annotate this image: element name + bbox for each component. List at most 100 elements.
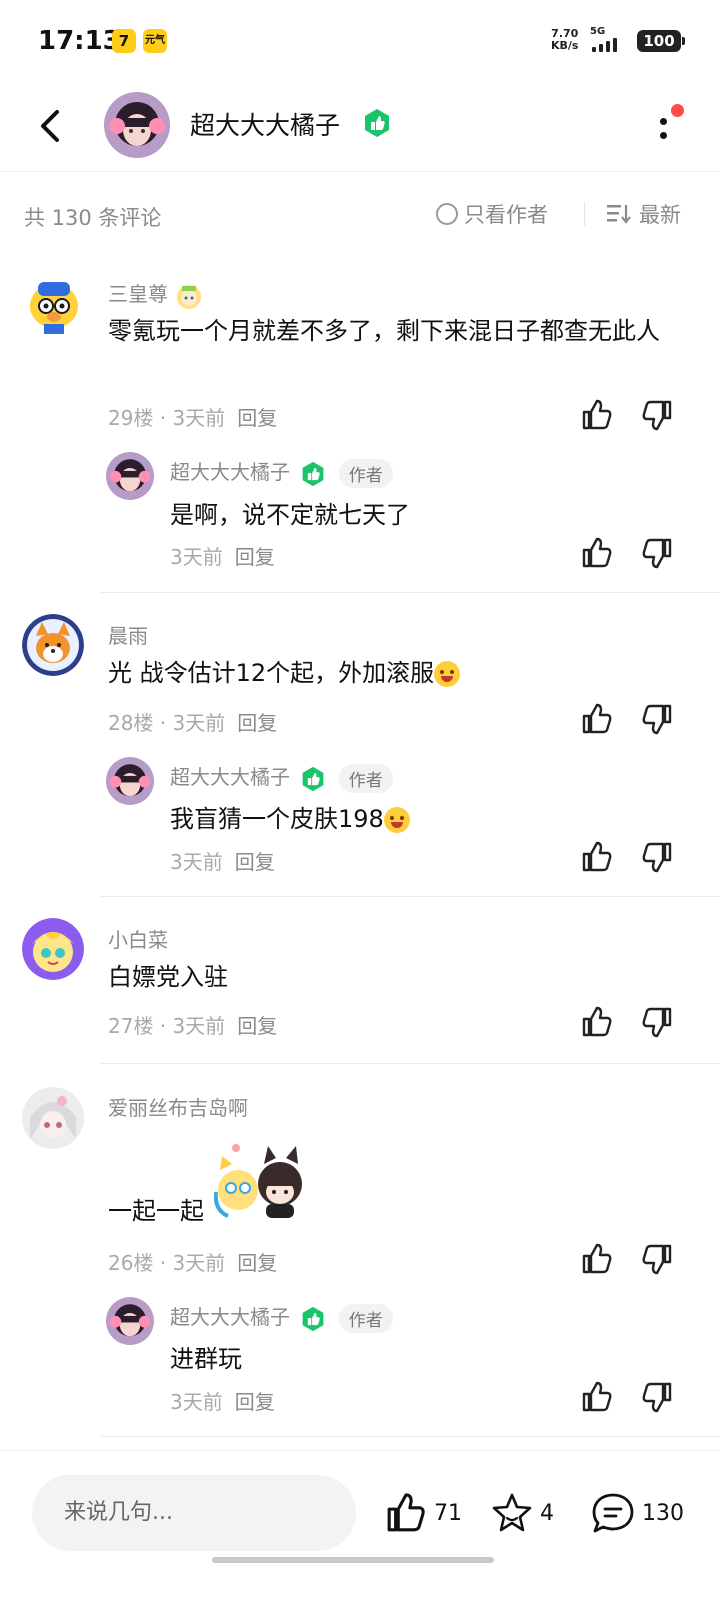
comment-time: 3天前 bbox=[172, 406, 226, 430]
sort-label: 最新 bbox=[639, 203, 681, 227]
thumbs-up-icon[interactable] bbox=[580, 398, 614, 432]
comment-count-label: 共 130 条评论 bbox=[24, 206, 162, 230]
only-author-label: 只看作者 bbox=[464, 203, 548, 227]
comment-time: 3天前 bbox=[172, 1251, 226, 1275]
comment-divider bbox=[100, 896, 720, 897]
reply-button[interactable]: 回复 bbox=[237, 1014, 277, 1038]
reply-button[interactable]: 回复 bbox=[235, 1390, 275, 1414]
chat-bubble-icon bbox=[592, 1493, 634, 1533]
user-avatar[interactable] bbox=[22, 614, 84, 676]
status-time: 17:13 bbox=[38, 26, 121, 56]
reply-time: 3天前 bbox=[170, 545, 223, 569]
comment-divider bbox=[100, 592, 720, 593]
divider bbox=[584, 202, 585, 226]
sort-icon bbox=[607, 205, 631, 224]
comment-time: 3天前 bbox=[172, 711, 226, 735]
author-reply-avatar[interactable] bbox=[106, 452, 154, 500]
author-reply-avatar[interactable] bbox=[106, 757, 154, 805]
app-notification-icon-yuanqi: 元气 bbox=[143, 29, 167, 53]
thumbs-down-icon[interactable] bbox=[640, 840, 674, 874]
user-avatar[interactable] bbox=[22, 918, 84, 980]
star-icon bbox=[492, 1493, 532, 1532]
comment-username[interactable]: 三皇尊 bbox=[108, 278, 204, 311]
chevron-left-icon bbox=[41, 110, 59, 142]
reply-button[interactable]: 回复 bbox=[235, 545, 275, 569]
thumbs-up-icon[interactable] bbox=[580, 1380, 614, 1414]
author-avatar[interactable] bbox=[104, 92, 170, 158]
reply-button[interactable]: 回复 bbox=[237, 1251, 277, 1275]
floor-number: 27楼 bbox=[108, 1014, 154, 1038]
author-tag: 作者 bbox=[338, 1304, 393, 1333]
comment-divider bbox=[100, 1063, 720, 1064]
reply-username[interactable]: 超大大大橘子 作者 bbox=[170, 761, 393, 793]
comment-input[interactable]: 来说几句... bbox=[32, 1475, 356, 1551]
comment-filter-bar: 共 130 条评论 只看作者 最新 bbox=[0, 172, 720, 252]
app-notification-icon-7: 7 bbox=[112, 29, 136, 53]
sort-button[interactable]: 最新 bbox=[607, 198, 681, 230]
reply-time: 3天前 bbox=[170, 1390, 223, 1414]
comment-text-content: 光 战令估计12个起，外加滚服 bbox=[108, 659, 435, 687]
home-indicator bbox=[212, 1557, 494, 1563]
comment-username[interactable]: 小白菜 bbox=[108, 924, 168, 953]
reply-text-content: 我盲猜一个皮肤198 bbox=[170, 805, 384, 833]
comment-time: 3天前 bbox=[172, 1014, 226, 1038]
thumbs-up-icon[interactable] bbox=[580, 840, 614, 874]
thumbs-down-icon[interactable] bbox=[640, 536, 674, 570]
thumbs-down-icon[interactable] bbox=[640, 1242, 674, 1276]
favorite-count: 4 bbox=[540, 1500, 554, 1526]
like-button[interactable]: 71 bbox=[384, 1491, 462, 1535]
floor-number: 28楼 bbox=[108, 711, 154, 735]
comments-button[interactable]: 130 bbox=[590, 1491, 684, 1535]
reply-username[interactable]: 超大大大橘子 作者 bbox=[170, 1301, 393, 1333]
thumbs-down-icon[interactable] bbox=[640, 398, 674, 432]
sticker-image bbox=[214, 1144, 302, 1218]
comment-username[interactable]: 爱丽丝布吉岛啊 bbox=[108, 1092, 248, 1121]
thumbs-up-icon[interactable] bbox=[580, 702, 614, 736]
comment-meta: 26楼 · 3天前 回复 bbox=[108, 1251, 278, 1275]
comment-meta: 29楼 · 3天前 回复 bbox=[108, 406, 278, 430]
thumbs-down-icon[interactable] bbox=[640, 1380, 674, 1414]
comment-text: 光 战令估计12个起，外加滚服 bbox=[108, 654, 678, 692]
author-reply-avatar[interactable] bbox=[106, 1297, 154, 1345]
verified-badge-icon bbox=[302, 1306, 324, 1331]
network-speed: 7.70 KB/s bbox=[551, 28, 578, 52]
comment-text: 零氪玩一个月就差不多了，剩下来混日子都查无此人 bbox=[108, 317, 660, 345]
battery-indicator: 100 bbox=[637, 30, 685, 52]
user-avatar[interactable] bbox=[22, 1087, 84, 1149]
username-text: 超大大大橘子 bbox=[170, 1305, 290, 1329]
bottom-action-bar: 来说几句... 71 4 130 bbox=[0, 1450, 720, 1600]
floor-number: 26楼 bbox=[108, 1251, 154, 1275]
comment-username[interactable]: 晨雨 bbox=[108, 620, 148, 649]
comment-text: 白嫖党入驻 bbox=[108, 963, 228, 991]
smile-emoji-icon bbox=[383, 807, 410, 833]
favorite-button[interactable]: 4 bbox=[490, 1491, 554, 1535]
reply-meta: 3天前 回复 bbox=[170, 1386, 275, 1415]
author-tag: 作者 bbox=[338, 459, 393, 488]
grin-emoji-icon bbox=[434, 661, 461, 687]
back-button[interactable] bbox=[30, 104, 74, 148]
thumbs-up-icon[interactable] bbox=[580, 1242, 614, 1276]
verified-badge-icon bbox=[365, 109, 389, 137]
floor-number: 29楼 bbox=[108, 406, 154, 430]
reply-button[interactable]: 回复 bbox=[235, 850, 275, 874]
reply-button[interactable]: 回复 bbox=[237, 406, 277, 430]
network-type-label: 5G bbox=[590, 26, 606, 37]
like-count: 71 bbox=[434, 1500, 462, 1526]
reply-meta: 3天前 回复 bbox=[170, 541, 275, 570]
reply-text: 是啊，说不定就七天了 bbox=[170, 501, 410, 529]
reply-text: 进群玩 bbox=[170, 1345, 242, 1373]
thumbs-up-icon[interactable] bbox=[580, 1005, 614, 1039]
reply-time: 3天前 bbox=[170, 850, 223, 874]
reply-button[interactable]: 回复 bbox=[237, 711, 277, 735]
user-avatar[interactable] bbox=[24, 276, 84, 336]
thumbs-down-icon[interactable] bbox=[640, 702, 674, 736]
thumbs-up-icon[interactable] bbox=[580, 536, 614, 570]
reply-username[interactable]: 超大大大橘子 作者 bbox=[170, 456, 393, 488]
comment-divider bbox=[100, 1436, 720, 1437]
signal-bars-icon bbox=[592, 38, 622, 52]
thumbs-down-icon[interactable] bbox=[640, 1005, 674, 1039]
only-author-toggle[interactable]: 只看作者 bbox=[436, 198, 548, 230]
more-options-button[interactable] bbox=[644, 104, 684, 148]
author-name[interactable]: 超大大大橘子 bbox=[190, 106, 340, 142]
page-header: 超大大大橘子 bbox=[0, 84, 720, 172]
